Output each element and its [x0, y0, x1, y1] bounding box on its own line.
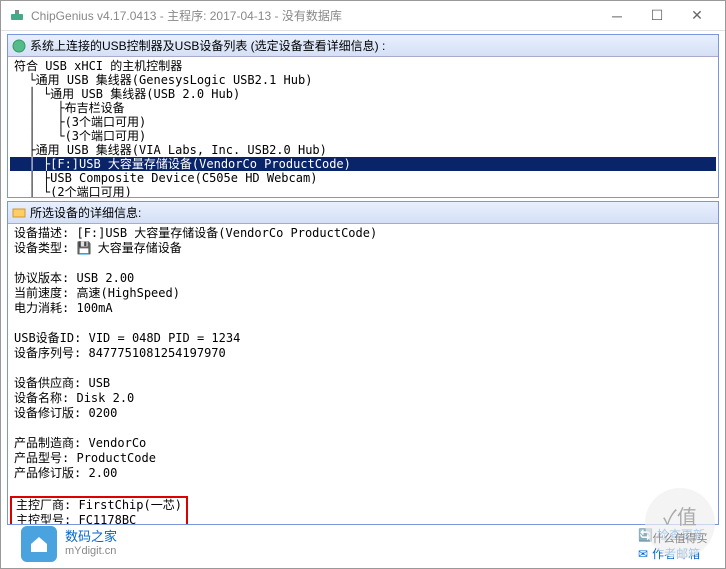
window-controls: ─ ☐ ✕	[597, 2, 717, 30]
device-detail-header: 所选设备的详细信息:	[8, 202, 718, 224]
info-icon	[12, 206, 26, 220]
site-name-cn: 数码之家	[65, 530, 117, 544]
detail-line: 设备修订版: 0200	[14, 406, 117, 420]
detail-line: 设备供应商: USB	[14, 376, 110, 390]
tree-item[interactable]: │ ├(3个端口可用)	[10, 115, 716, 129]
tree-item[interactable]: │ ├USB Composite Device(C505e HD Webcam)	[10, 171, 716, 185]
drive-icon: 💾	[76, 241, 90, 256]
device-detail-title: 所选设备的详细信息:	[30, 204, 141, 221]
device-tree[interactable]: 符合 USB xHCI 的主机控制器 └通用 USB 集线器(GenesysLo…	[8, 57, 718, 197]
mail-icon: ✉	[638, 547, 648, 561]
device-list-header: 系统上连接的USB控制器及USB设备列表 (选定设备查看详细信息) :	[8, 35, 718, 57]
device-list-title: 系统上连接的USB控制器及USB设备列表 (选定设备查看详细信息) :	[30, 37, 385, 54]
detail-line: USB设备ID: VID = 048D PID = 1234	[14, 331, 240, 345]
detail-line: 当前速度: 高速(HighSpeed)	[14, 286, 180, 300]
device-detail-panel: 所选设备的详细信息: 设备描述: [F:]USB 大容量存储设备(VendorC…	[7, 201, 719, 525]
usb-icon	[12, 39, 26, 53]
detail-line: 协议版本: USB 2.00	[14, 271, 134, 285]
tree-item[interactable]: │ ├[F:]USB 大容量存储设备(VendorCo ProductCode)	[10, 157, 716, 171]
maximize-button[interactable]: ☐	[637, 2, 677, 30]
check-icon: ✓值	[663, 501, 697, 530]
tree-item[interactable]: │ └通用 USB 集线器(USB 2.0 Hub)	[10, 87, 716, 101]
detail-line: 产品制造商: VendorCo	[14, 436, 146, 450]
titlebar-text: ChipGenius v4.17.0413 - 主程序: 2017-04-13 …	[31, 7, 597, 24]
tree-item[interactable]: │ ├布吉栏设备	[10, 101, 716, 115]
footer-brand[interactable]: 数码之家 mYdigit.cn	[21, 526, 117, 562]
tree-item[interactable]: └通用 USB 集线器(GenesysLogic USB2.1 Hub)	[10, 73, 716, 87]
detail-line: 设备描述: [F:]USB 大容量存储设备(VendorCo ProductCo…	[14, 226, 377, 240]
detail-line: 设备名称: Disk 2.0	[14, 391, 134, 405]
app-icon	[9, 8, 25, 24]
controller-highlight-box: 主控厂商: FirstChip(一芯) 主控型号: FC1178BC	[10, 496, 188, 524]
tree-item[interactable]: ├通用 USB 集线器(VIA Labs, Inc. USB2.0 Hub)	[10, 143, 716, 157]
detail-line: 产品型号: ProductCode	[14, 451, 156, 465]
detail-line: 电力消耗: 100mA	[14, 301, 113, 315]
app-window: ChipGenius v4.17.0413 - 主程序: 2017-04-13 …	[0, 0, 726, 569]
tree-item[interactable]: │ └(2个端口可用)	[10, 185, 716, 197]
tree-item[interactable]: │ └(3个端口可用)	[10, 129, 716, 143]
smzdm-watermark: ✓值 什么值得买	[645, 488, 715, 558]
device-details[interactable]: 设备描述: [F:]USB 大容量存储设备(VendorCo ProductCo…	[8, 224, 718, 524]
detail-line: 设备类型: 💾 大容量存储设备	[14, 241, 182, 255]
footer: 数码之家 mYdigit.cn 🔄检查更新 ✉作者邮箱	[1, 526, 725, 562]
site-name-en: mYdigit.cn	[65, 544, 117, 558]
device-list-panel: 系统上连接的USB控制器及USB设备列表 (选定设备查看详细信息) : 符合 U…	[7, 34, 719, 198]
mydigit-logo	[21, 526, 57, 562]
titlebar: ChipGenius v4.17.0413 - 主程序: 2017-04-13 …	[1, 1, 725, 31]
tree-item[interactable]: 符合 USB xHCI 的主机控制器	[10, 59, 716, 73]
minimize-button[interactable]: ─	[597, 2, 637, 30]
detail-line: 设备序列号: 8477751081254197970	[14, 346, 226, 360]
detail-line: 产品修订版: 2.00	[14, 466, 117, 480]
close-button[interactable]: ✕	[677, 2, 717, 30]
